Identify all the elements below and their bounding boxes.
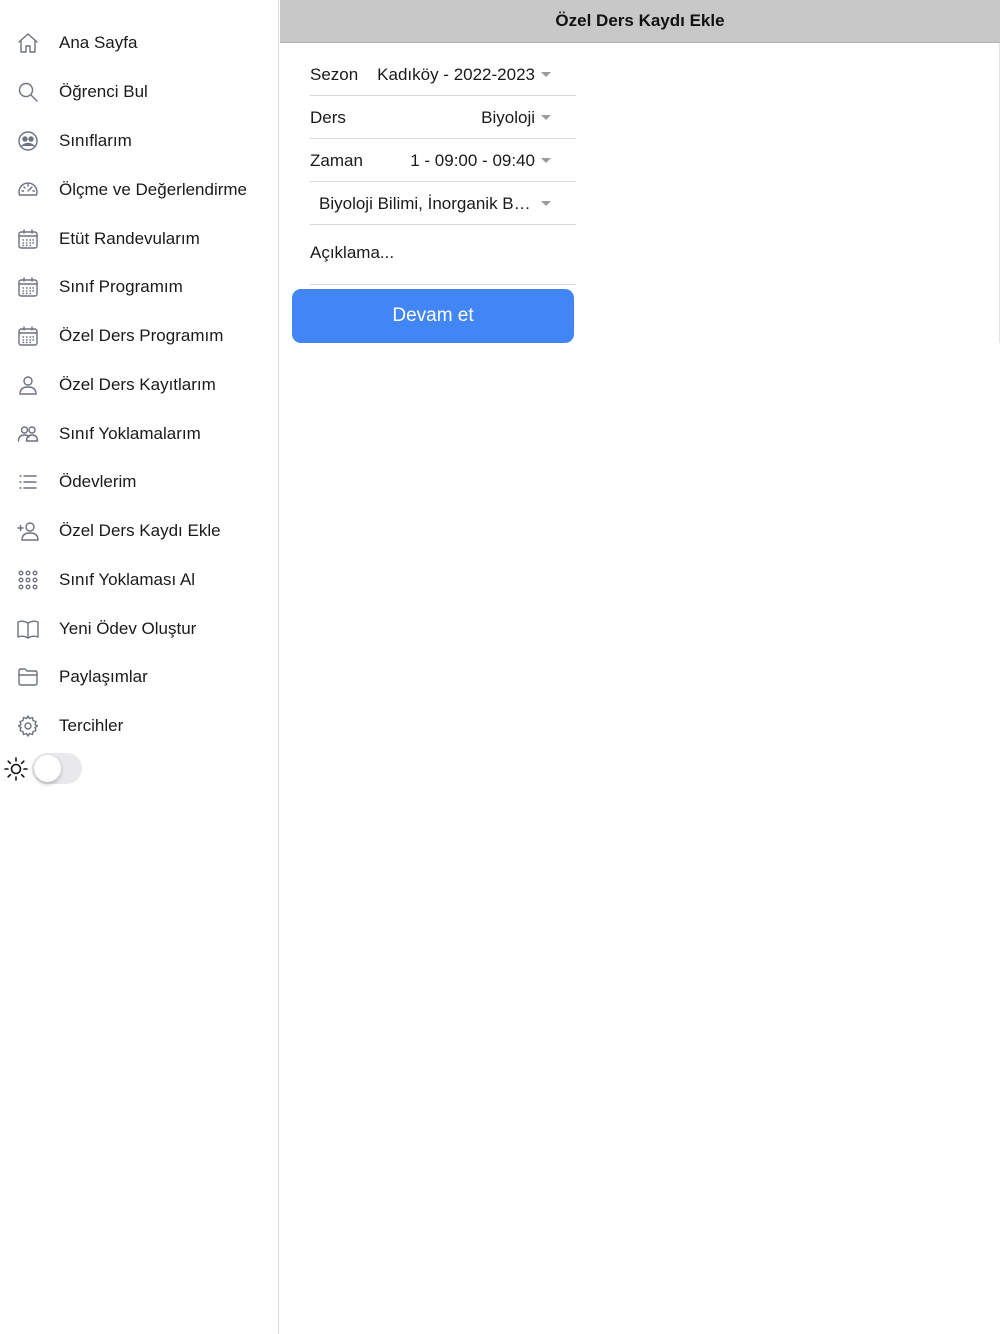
chevron-down-icon: [541, 72, 551, 77]
top-bar: Özel Ders Kaydı Ekle: [280, 0, 1000, 43]
lesson-select[interactable]: Ders Biyoloji: [310, 96, 576, 139]
season-select[interactable]: Sezon Kadıköy - 2022-2023: [310, 53, 576, 96]
lesson-value: Biyoloji: [481, 108, 535, 127]
sidebar-item-home[interactable]: Ana Sayfa: [0, 19, 279, 67]
sidebar-item-classes[interactable]: Sınıflarım: [0, 117, 279, 165]
sidebar-item-find-student[interactable]: Öğrenci Bul: [0, 68, 279, 116]
sun-icon: [3, 756, 29, 782]
gauge-icon: [15, 177, 41, 203]
sidebar-item-new-homework[interactable]: Yeni Ödev Oluştur: [0, 605, 279, 653]
sidebar-item-label: Özel Ders Kaydı Ekle: [59, 521, 221, 540]
chevron-down-icon: [541, 201, 551, 206]
calendar-icon: [15, 274, 41, 300]
sidebar-item-label: Özel Ders Programım: [59, 326, 224, 345]
users-icon: [15, 421, 41, 447]
sidebar-item-shares[interactable]: Paylaşımlar: [0, 653, 279, 701]
sidebar-item-private-records[interactable]: Özel Ders Kayıtlarım: [0, 361, 279, 409]
sidebar-item-class-schedule[interactable]: Sınıf Programım: [0, 263, 279, 311]
calendar-icon: [15, 226, 41, 252]
book-icon: [15, 616, 41, 642]
sidebar: Ana Sayfa Öğrenci Bul Sınıflarım Ölçme v…: [0, 0, 279, 1334]
chevron-down-icon: [541, 158, 551, 163]
sidebar-item-label: Ödevlerim: [59, 472, 137, 491]
sidebar-item-label: Sınıf Programım: [59, 277, 183, 296]
user-add-icon: [15, 518, 41, 544]
sidebar-item-label: Sınıf Yoklaması Al: [59, 570, 196, 589]
sidebar-item-label: Paylaşımlar: [59, 667, 148, 686]
user-icon: [15, 372, 41, 398]
page-title: Özel Ders Kaydı Ekle: [555, 11, 725, 30]
sidebar-item-label: Ölçme ve Değerlendirme: [59, 180, 248, 199]
sidebar-item-private-schedule[interactable]: Özel Ders Programım: [0, 312, 279, 360]
sidebar-item-label: Özel Ders Kayıtlarım: [59, 375, 216, 394]
list-icon: [15, 469, 41, 495]
sidebar-item-attendances[interactable]: Sınıf Yoklamalarım: [0, 410, 279, 458]
sidebar-item-add-private-lesson[interactable]: Özel Ders Kaydı Ekle: [0, 507, 279, 555]
season-label: Sezon: [310, 65, 359, 84]
time-label: Zaman: [310, 151, 363, 170]
sidebar-item-study-appointments[interactable]: Etüt Randevularım: [0, 215, 279, 263]
lesson-label: Ders: [310, 108, 346, 127]
chevron-down-icon: [541, 115, 551, 120]
theme-row: [0, 750, 279, 788]
sidebar-item-homeworks[interactable]: Ödevlerim: [0, 458, 279, 506]
theme-toggle[interactable]: [32, 753, 82, 784]
topics-value: Biyoloji Bilimi, İnorganik Bileşikler: [319, 194, 533, 213]
time-select[interactable]: Zaman 1 - 09:00 - 09:40: [310, 139, 576, 182]
sidebar-item-label: Yeni Ödev Oluştur: [59, 619, 197, 638]
sidebar-item-label: Öğrenci Bul: [59, 82, 148, 101]
folder-icon: [15, 664, 41, 690]
sidebar-item-preferences[interactable]: Tercihler: [0, 702, 279, 750]
sidebar-item-assessment[interactable]: Ölçme ve Değerlendirme: [0, 166, 279, 214]
season-value: Kadıköy - 2022-2023: [377, 65, 535, 84]
grid-dots-icon: [15, 567, 41, 593]
home-icon: [15, 30, 41, 56]
group-icon: [15, 128, 41, 154]
sidebar-item-label: Sınıf Yoklamalarım: [59, 424, 201, 443]
sidebar-item-take-attendance[interactable]: Sınıf Yoklaması Al: [0, 556, 279, 604]
search-icon: [15, 79, 41, 105]
sidebar-item-label: Etüt Randevularım: [59, 229, 200, 248]
sidebar-item-label: Tercihler: [59, 716, 124, 735]
continue-button[interactable]: Devam et: [292, 289, 574, 343]
toggle-knob: [34, 755, 61, 782]
calendar-icon: [15, 323, 41, 349]
description-field: [310, 225, 576, 285]
topics-select[interactable]: Biyoloji Bilimi, İnorganik Bileşikler: [310, 182, 576, 225]
sidebar-item-label: Sınıflarım: [59, 131, 132, 150]
gear-icon: [15, 713, 41, 739]
sidebar-item-label: Ana Sayfa: [59, 33, 138, 52]
description-input[interactable]: [310, 233, 576, 273]
time-value: 1 - 09:00 - 09:40: [410, 151, 535, 170]
